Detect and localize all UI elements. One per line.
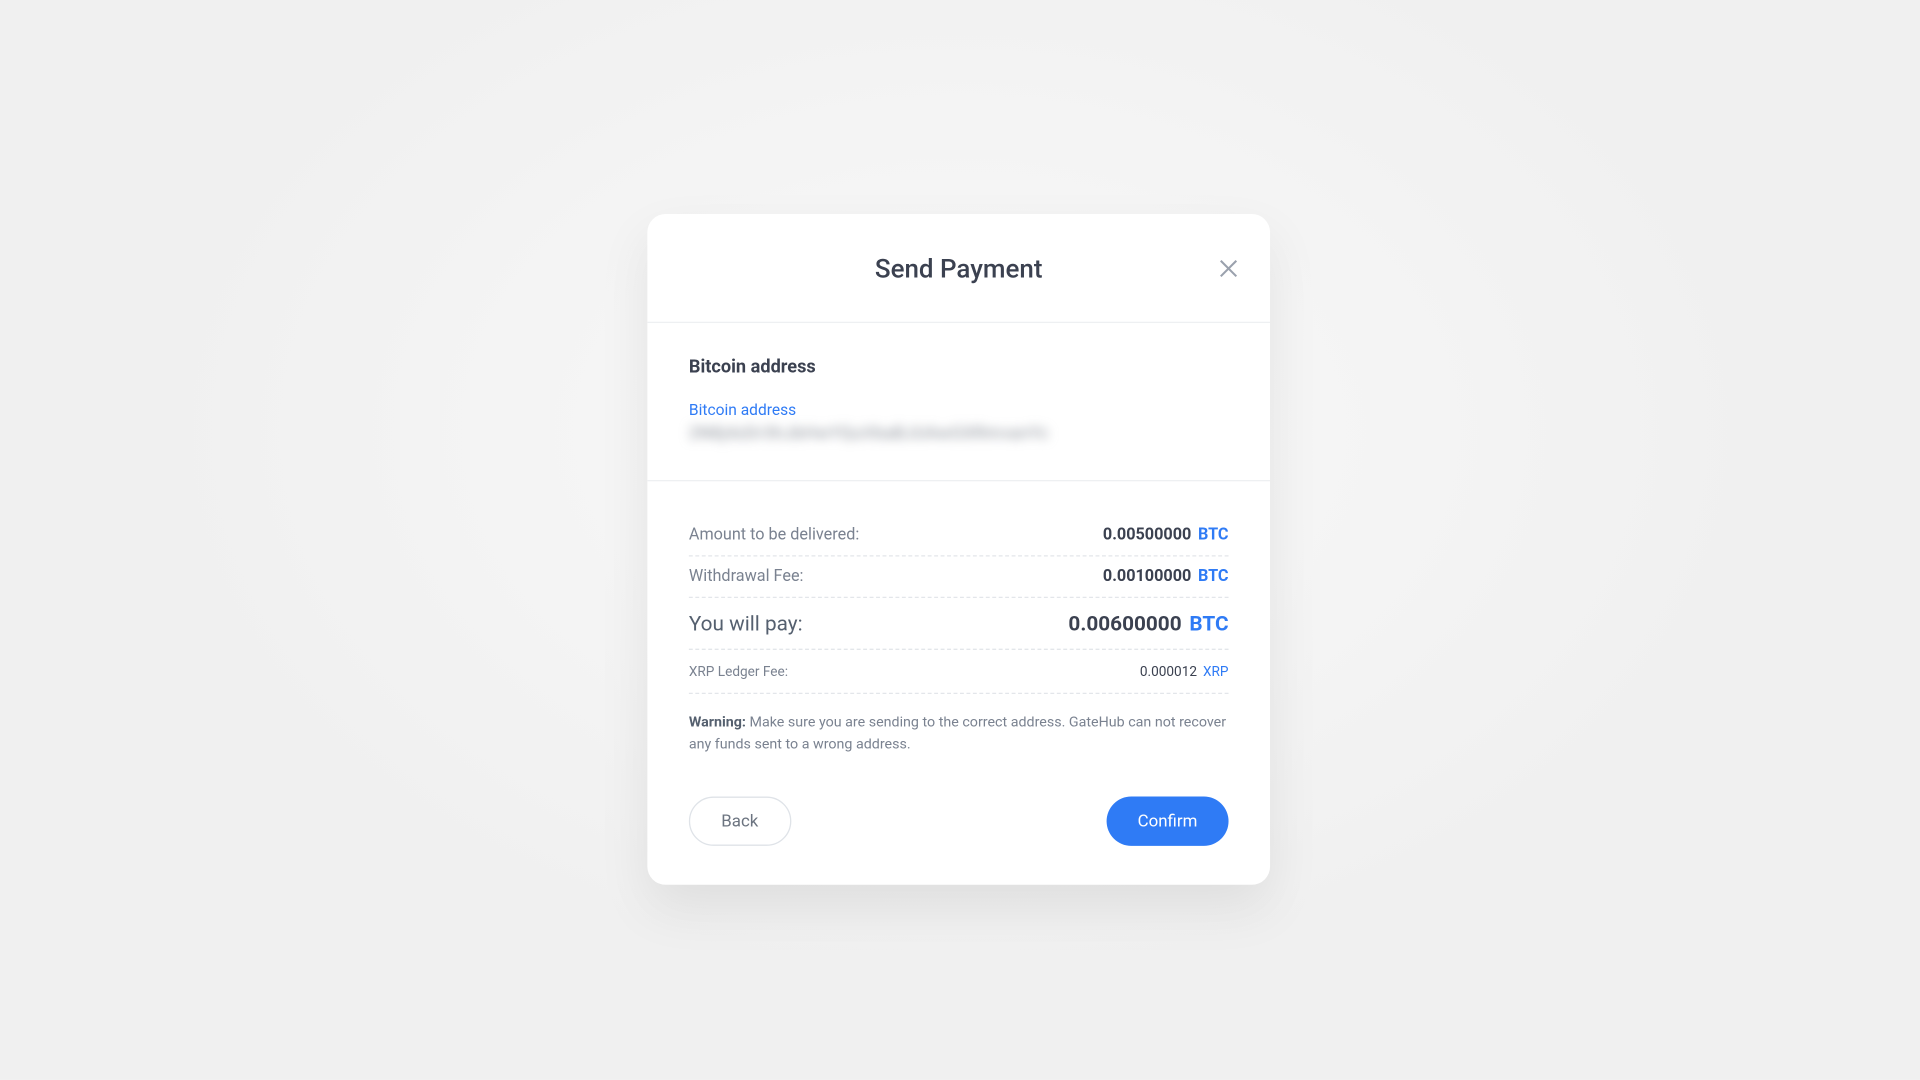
back-button[interactable]: Back <box>689 797 791 846</box>
close-icon[interactable] <box>1216 256 1242 282</box>
row-amount: Amount to be delivered: 0.00500000 BTC <box>689 515 1229 557</box>
amount-value: 0.00500000 BTC <box>1103 525 1229 544</box>
row-withdrawal-fee: Withdrawal Fee: 0.00100000 BTC <box>689 557 1229 599</box>
page-background: Send Payment Bitcoin address Bitcoin add… <box>0 0 1920 1079</box>
address-value-obscured: 2N8j4zDr3hJbHwYQuVbaBJUAwGXRmvanYc <box>689 424 1229 443</box>
confirm-button[interactable]: Confirm <box>1106 797 1228 846</box>
fee-value: 0.00100000 BTC <box>1103 567 1229 586</box>
warning-text: Warning: Make sure you are sending to th… <box>689 712 1229 755</box>
total-value: 0.00600000 BTC <box>1068 611 1228 636</box>
modal-header: Send Payment <box>647 214 1270 323</box>
ledger-fee-value: 0.000012 XRP <box>1140 663 1229 680</box>
address-heading: Bitcoin address <box>689 357 1229 378</box>
row-ledger-fee: XRP Ledger Fee: 0.000012 XRP <box>689 650 1229 694</box>
send-payment-modal: Send Payment Bitcoin address Bitcoin add… <box>647 214 1270 885</box>
address-section: Bitcoin address Bitcoin address 2N8j4zDr… <box>647 323 1270 481</box>
row-total: You will pay: 0.00600000 BTC <box>689 598 1229 650</box>
modal-title: Send Payment <box>875 252 1043 283</box>
amount-label: Amount to be delivered: <box>689 525 859 544</box>
total-label: You will pay: <box>689 611 803 636</box>
warning-label: Warning: <box>689 714 746 731</box>
warning-body: Make sure you are sending to the correct… <box>689 714 1226 752</box>
ledger-fee-label: XRP Ledger Fee: <box>689 663 788 680</box>
modal-actions: Back Confirm <box>689 797 1229 846</box>
summary-section: Amount to be delivered: 0.00500000 BTC W… <box>647 481 1270 884</box>
fee-label: Withdrawal Fee: <box>689 567 804 586</box>
address-field-label: Bitcoin address <box>689 401 1229 419</box>
